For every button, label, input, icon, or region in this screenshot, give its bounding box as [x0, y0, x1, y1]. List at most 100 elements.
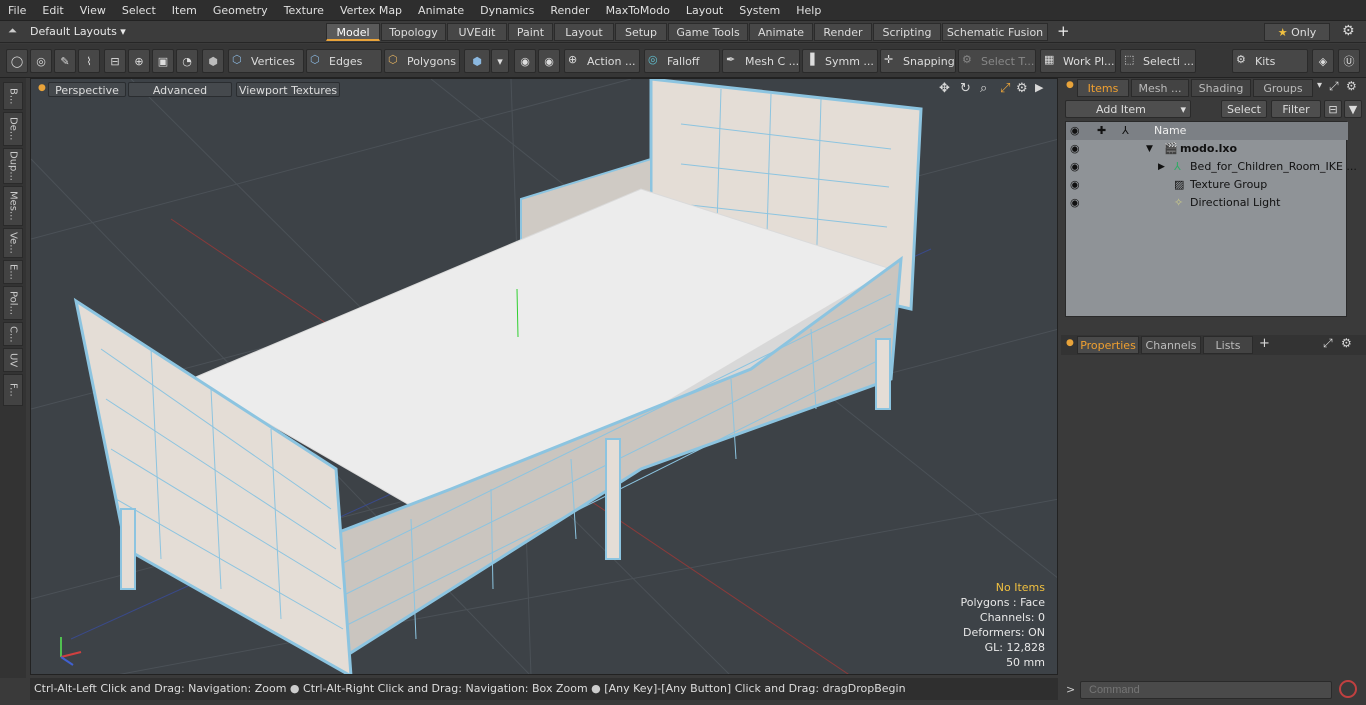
menu-vertex-map[interactable]: Vertex Map: [332, 0, 410, 21]
tab-schematic-fusion[interactable]: Schematic Fusion: [942, 23, 1048, 41]
select-through-button[interactable]: ⚙ Select T...: [958, 49, 1036, 73]
tab-layout[interactable]: Layout: [554, 23, 614, 41]
filter-button[interactable]: Filter: [1271, 100, 1321, 118]
polygons-mode-button[interactable]: ⬡ Polygons: [384, 49, 460, 73]
tab-paint[interactable]: Paint: [508, 23, 553, 41]
viewport-menu-dot-icon[interactable]: ●: [38, 83, 46, 93]
left-tab-polygon[interactable]: Pol...: [3, 286, 23, 320]
left-tab-curve[interactable]: C...: [3, 322, 23, 346]
tree-row-texture-group[interactable]: ◉ ▨ Texture Group: [1066, 176, 1348, 194]
tree-row-light[interactable]: ◉ ✧ Directional Light: [1066, 194, 1348, 212]
expand-arrow-icon[interactable]: ▼: [1146, 140, 1153, 158]
funnel-button[interactable]: ▼: [1344, 100, 1362, 118]
menu-edit[interactable]: Edit: [34, 0, 71, 21]
add-item-button[interactable]: Add Item ▾: [1065, 100, 1191, 118]
add-tab-icon[interactable]: +: [1259, 336, 1270, 351]
tree-row-mesh[interactable]: ◉ ▶ ⅄ Bed_for_Children_Room_IKE ...: [1066, 158, 1357, 176]
menu-item[interactable]: Item: [164, 0, 205, 21]
visibility-eye-icon[interactable]: ◉: [1070, 176, 1080, 194]
record-button-icon[interactable]: [1339, 680, 1357, 698]
menu-maxtomodo[interactable]: MaxToModo: [598, 0, 678, 21]
frame-tool-button[interactable]: ▣: [152, 49, 174, 73]
command-input[interactable]: [1080, 681, 1332, 699]
panel-expand-icon[interactable]: ⤢: [1329, 79, 1339, 94]
props-menu-dot-icon[interactable]: ●: [1066, 338, 1074, 348]
left-tab-mesh-edit[interactable]: Mes...: [3, 186, 23, 226]
viewport-expand-icon[interactable]: ▶: [1035, 81, 1043, 94]
menu-select[interactable]: Select: [114, 0, 164, 21]
tabs-dropdown-icon[interactable]: ▾: [1317, 80, 1322, 91]
pen-tool-button[interactable]: ✎: [54, 49, 76, 73]
zoom-view-icon[interactable]: ⌕: [980, 81, 987, 96]
falloff-button[interactable]: ◎ Falloff: [644, 49, 720, 73]
tab-items[interactable]: Items: [1077, 79, 1129, 97]
viewport-textures-button[interactable]: Viewport Textures: [236, 82, 340, 97]
menu-texture[interactable]: Texture: [276, 0, 332, 21]
menu-animate[interactable]: Animate: [410, 0, 472, 21]
symmetry-button[interactable]: ▐ Symm ...: [802, 49, 878, 73]
tab-topology[interactable]: Topology: [381, 23, 446, 41]
menu-dynamics[interactable]: Dynamics: [472, 0, 542, 21]
move-view-icon[interactable]: ✥: [939, 81, 950, 96]
collapse-button[interactable]: ⊟: [1324, 100, 1342, 118]
kits-button[interactable]: ⚙ Kits: [1232, 49, 1308, 73]
props-gear-icon[interactable]: ⚙: [1341, 336, 1352, 350]
layout-selector[interactable]: Default Layouts ▾: [30, 21, 126, 43]
mesh-constraint-button[interactable]: ✒ Mesh C ...: [722, 49, 800, 73]
unreal-button[interactable]: Ⓤ: [1338, 49, 1360, 73]
tab-render[interactable]: Render: [814, 23, 872, 41]
snapping-button[interactable]: ✛ Snapping: [880, 49, 956, 73]
rotate-view-icon[interactable]: ↻: [960, 81, 971, 96]
visibility-eye-icon[interactable]: ◉: [1070, 158, 1080, 176]
name-column-header[interactable]: Name: [1154, 122, 1186, 140]
expand-arrow-icon[interactable]: ▶: [1158, 158, 1165, 176]
clock-tool-button[interactable]: ◔: [176, 49, 198, 73]
menu-view[interactable]: View: [72, 0, 114, 21]
panel-menu-dot-icon[interactable]: ●: [1066, 80, 1074, 90]
select-button[interactable]: Select: [1221, 100, 1267, 118]
add-tab-icon[interactable]: +: [1057, 22, 1070, 40]
snap-tool-button[interactable]: ⊟: [104, 49, 126, 73]
edges-mode-button[interactable]: ⬡ Edges: [306, 49, 382, 73]
layout-up-icon[interactable]: ⏶: [8, 24, 17, 38]
soccer-tool-button[interactable]: ◉: [514, 49, 536, 73]
gear-icon[interactable]: ⚙: [1342, 23, 1355, 39]
tab-game-tools[interactable]: Game Tools: [668, 23, 748, 41]
left-tab-uv[interactable]: UV: [3, 348, 23, 372]
left-tab-fusion[interactable]: F...: [3, 374, 23, 406]
center-tool-button[interactable]: ⊕: [128, 49, 150, 73]
menu-system[interactable]: System: [731, 0, 788, 21]
menu-render[interactable]: Render: [542, 0, 597, 21]
tab-model[interactable]: Model: [326, 23, 380, 41]
maximize-view-icon[interactable]: ⤢: [1000, 81, 1010, 96]
visibility-eye-icon[interactable]: ◉: [1070, 194, 1080, 212]
left-tab-vertex[interactable]: Ve...: [3, 228, 23, 258]
tab-uvedit[interactable]: UVEdit: [447, 23, 507, 41]
tab-shading[interactable]: Shading: [1191, 79, 1251, 97]
circle-tool-button[interactable]: ◯: [6, 49, 28, 73]
menu-geometry[interactable]: Geometry: [205, 0, 276, 21]
tab-groups[interactable]: Groups: [1253, 79, 1313, 97]
menu-help[interactable]: Help: [788, 0, 829, 21]
viewport-scene[interactable]: [31, 79, 1058, 675]
menu-file[interactable]: File: [0, 0, 34, 21]
only-toggle[interactable]: ★ Only: [1264, 23, 1330, 41]
unity-button[interactable]: ◈: [1312, 49, 1334, 73]
panel-gear-icon[interactable]: ⚙: [1346, 79, 1357, 93]
selection-sets-button[interactable]: ⬚ Selecti ...: [1120, 49, 1196, 73]
work-plane-button[interactable]: ▦ Work Pl...: [1040, 49, 1116, 73]
left-tab-duplicate[interactable]: Dup...: [3, 148, 23, 184]
props-expand-icon[interactable]: ⤢: [1323, 336, 1333, 351]
mode-dropdown[interactable]: ▾: [491, 49, 509, 73]
tab-mesh-ops[interactable]: Mesh ...: [1131, 79, 1189, 97]
tab-lists[interactable]: Lists: [1203, 336, 1253, 354]
action-center-button[interactable]: ⊕ Action ...: [564, 49, 640, 73]
item-mode-button[interactable]: ⬢: [202, 49, 224, 73]
visibility-eye-icon[interactable]: ◉: [1070, 140, 1080, 158]
left-tab-edge[interactable]: E...: [3, 260, 23, 284]
left-tab-basic[interactable]: B...: [3, 82, 23, 110]
tree-row-scene[interactable]: ◉ ▼ 🎬 modo.lxo: [1066, 140, 1348, 158]
tab-channels[interactable]: Channels: [1141, 336, 1201, 354]
tab-scripting[interactable]: Scripting: [873, 23, 941, 41]
3d-viewport[interactable]: ● Perspective Advanced Viewport Textures…: [30, 78, 1058, 675]
